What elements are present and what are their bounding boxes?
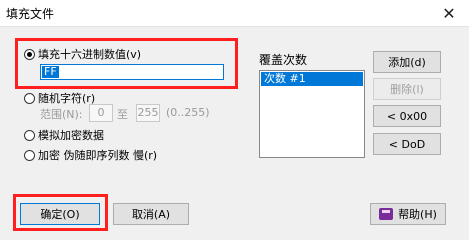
hex-value-input[interactable]: FF <box>40 64 224 80</box>
encrypt-option[interactable]: 加密 伪随即序列数 慢(r) <box>24 147 157 163</box>
range-to-input[interactable]: 255 <box>136 104 160 122</box>
simulate-encrypt-label: 模拟加密数据 <box>38 129 104 142</box>
simulate-encrypt-radio[interactable] <box>24 129 35 141</box>
window-title: 填充文件 <box>6 6 55 21</box>
fill-hex-option[interactable]: 填充十六进制数值(v) <box>24 46 141 62</box>
list-item[interactable]: 次数 #1 <box>261 72 363 86</box>
random-chars-label: 随机字符(r) <box>38 92 96 105</box>
overwrite-title: 覆盖次数 <box>259 53 308 67</box>
encrypt-label: 加密 伪随即序列数 慢(r) <box>38 149 158 162</box>
range-to-label: 至 <box>117 108 128 121</box>
dod-button[interactable]: < DoD <box>373 133 441 155</box>
hex-value-text: FF <box>42 65 59 78</box>
help-book-icon <box>379 208 394 220</box>
fill-0x00-button[interactable]: < 0x00 <box>373 105 441 127</box>
add-button[interactable]: 添加(d) <box>373 51 441 73</box>
ok-button[interactable]: 确定(O) <box>20 203 100 225</box>
random-chars-option[interactable]: 随机字符(r) <box>24 90 95 106</box>
range-label: 范围(N): <box>40 108 83 121</box>
fill-hex-label: 填充十六进制数值(v) <box>38 48 142 61</box>
encrypt-radio[interactable] <box>24 149 35 161</box>
help-label: 帮助(H) <box>398 208 437 221</box>
overwrite-list[interactable]: 次数 #1 <box>259 70 365 158</box>
simulate-encrypt-option[interactable]: 模拟加密数据 <box>24 127 104 143</box>
range-from-input[interactable]: 0 <box>89 104 113 122</box>
fill-hex-radio[interactable] <box>24 48 35 60</box>
cancel-button[interactable]: 取消(A) <box>113 203 189 225</box>
range-hint: (0..255) <box>166 106 210 119</box>
close-icon[interactable]: ✕ <box>437 1 461 25</box>
title-bar: 填充文件 ✕ <box>0 0 469 27</box>
random-chars-radio[interactable] <box>24 92 35 104</box>
help-button[interactable]: 帮助(H) <box>370 203 446 225</box>
delete-button[interactable]: 删除(l) <box>373 78 441 100</box>
